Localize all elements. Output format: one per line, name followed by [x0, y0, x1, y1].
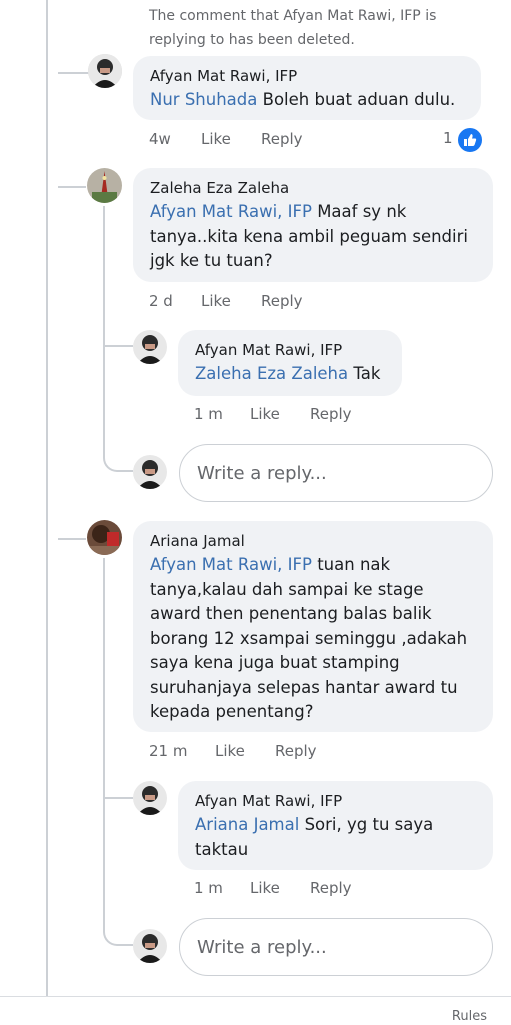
comment-text: kepada penentang?	[150, 702, 314, 721]
comment-text: tanya,kalau dah sampai ke stage	[150, 579, 424, 599]
comment-author[interactable]: Ariana Jamal	[150, 529, 479, 553]
comment-text: suruhanjaya selepas hantar award tu	[150, 677, 458, 697]
reply-input[interactable]: Write a reply...	[179, 444, 493, 502]
thread-connector	[58, 538, 86, 540]
sub-thread-line	[103, 558, 105, 928]
footer-bar: Rules	[0, 996, 511, 1025]
reply-connector	[103, 440, 133, 472]
reply-input[interactable]: Write a reply...	[179, 918, 493, 976]
reply-button[interactable]: Reply	[310, 405, 352, 423]
comment-text: jgk ke tu tuan?	[150, 251, 273, 270]
like-button[interactable]: Like	[215, 742, 245, 760]
comment-author[interactable]: Afyan Mat Rawi, IFP	[195, 789, 479, 813]
comment-bubble[interactable]: Zaleha Eza Zaleha Afyan Mat Rawi, IFP Ma…	[133, 168, 493, 282]
comment-author[interactable]: Afyan Mat Rawi, IFP	[195, 338, 388, 362]
avatar[interactable]	[87, 520, 122, 555]
reaction-count[interactable]: 1	[443, 129, 453, 147]
deleted-comment-notice: The comment that Afyan Mat Rawi, IFP is …	[149, 8, 437, 48]
avatar[interactable]	[133, 781, 167, 815]
mention-link[interactable]: Afyan Mat Rawi, IFP	[150, 202, 312, 221]
mention-link[interactable]: Afyan Mat Rawi, IFP	[150, 555, 312, 574]
comment-bubble[interactable]: Afyan Mat Rawi, IFP Nur Shuhada Boleh bu…	[133, 56, 481, 120]
comment-time: 2 d	[149, 292, 173, 310]
comment-author[interactable]: Zaleha Eza Zaleha	[150, 176, 479, 200]
reply-bubble[interactable]: Afyan Mat Rawi, IFP Ariana Jamal Sori, y…	[178, 781, 493, 870]
reply-connector	[103, 797, 133, 799]
comment-text: Sori, yg tu saya	[299, 815, 434, 834]
comment-time: 21 m	[149, 742, 188, 760]
avatar[interactable]	[87, 168, 122, 203]
comment-text: tanya..kita kena ambil peguam sendiri	[150, 226, 468, 246]
like-button[interactable]: Like	[250, 879, 280, 897]
avatar[interactable]	[88, 54, 122, 88]
comment-author[interactable]: Afyan Mat Rawi, IFP	[150, 64, 467, 88]
reply-button[interactable]: Reply	[261, 292, 303, 310]
comment-time: 4w	[149, 130, 171, 148]
avatar	[133, 455, 167, 489]
reply-button[interactable]: Reply	[275, 742, 317, 760]
reply-button[interactable]: Reply	[310, 879, 352, 897]
like-button[interactable]: Like	[250, 405, 280, 423]
reply-connector	[103, 912, 133, 946]
like-button[interactable]: Like	[201, 292, 231, 310]
reply-button[interactable]: Reply	[261, 130, 303, 148]
reply-bubble[interactable]: Afyan Mat Rawi, IFP Zaleha Eza Zaleha Ta…	[178, 330, 402, 396]
comment-text: Tak	[348, 364, 381, 383]
comment-text: tuan nak	[311, 555, 391, 574]
comment-time: 1 m	[194, 879, 223, 897]
like-button[interactable]: Like	[201, 130, 231, 148]
main-thread-line	[46, 0, 48, 996]
thread-connector	[58, 186, 86, 188]
mention-link[interactable]: Nur Shuhada	[150, 90, 257, 109]
comment-bubble[interactable]: Ariana Jamal Afyan Mat Rawi, IFP tuan na…	[133, 521, 493, 732]
like-reaction-icon[interactable]	[456, 126, 484, 154]
comment-text: saya kena juga buat stamping	[150, 653, 400, 672]
comment-text: Maaf sy nk	[311, 202, 407, 221]
comment-text: borang 12 xsampai seminggu ,adakah	[150, 628, 468, 648]
reply-connector	[103, 345, 133, 347]
comment-text: award then penentang balas balik	[150, 604, 432, 623]
mention-link[interactable]: Zaleha Eza Zaleha	[195, 364, 348, 383]
rules-link[interactable]: Rules	[452, 1009, 487, 1024]
sub-thread-line	[103, 206, 105, 456]
comment-text: taktau	[195, 839, 249, 859]
comment-text: Boleh buat aduan dulu.	[257, 90, 456, 109]
comment-time: 1 m	[194, 405, 223, 423]
mention-link[interactable]: Ariana Jamal	[195, 815, 299, 834]
avatar[interactable]	[133, 330, 167, 364]
avatar	[133, 929, 167, 963]
